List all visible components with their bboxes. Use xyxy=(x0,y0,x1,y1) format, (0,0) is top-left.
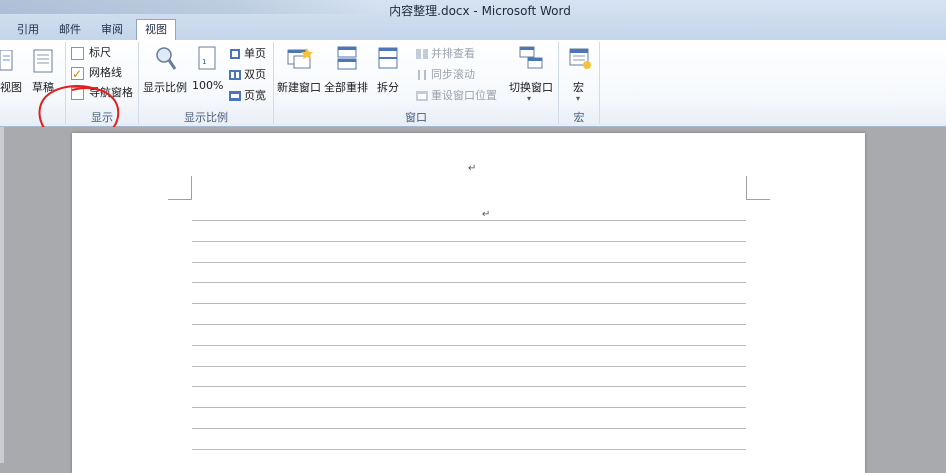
gridline xyxy=(192,324,746,325)
two-pages-icon xyxy=(229,70,241,80)
switch-windows-icon xyxy=(519,46,543,69)
gridline xyxy=(192,344,746,346)
svg-text:1: 1 xyxy=(202,58,206,66)
workspace-left-edge xyxy=(0,127,4,463)
blurred-title-area xyxy=(0,0,380,14)
macros-label: 宏 xyxy=(573,81,584,94)
gridlines-label: 网格线 xyxy=(89,66,122,79)
web-layout-icon xyxy=(0,50,13,71)
group-separator xyxy=(599,42,600,124)
split-icon xyxy=(378,47,398,69)
tab-view[interactable]: 视图 xyxy=(136,19,176,40)
ruler-checkbox[interactable]: 标尺 xyxy=(71,44,111,62)
zoom-button[interactable]: 显示比例 xyxy=(143,44,189,100)
tab-references[interactable]: 引用 xyxy=(10,20,46,40)
window-title: 内容整理.docx - Microsoft Word xyxy=(389,4,571,18)
new-window-icon xyxy=(287,48,313,69)
nav-pane-label: 导航窗格 xyxy=(89,86,133,99)
reset-position-icon xyxy=(416,91,428,101)
tab-mailings[interactable]: 邮件 xyxy=(52,20,88,40)
gridline xyxy=(192,407,746,409)
switch-windows-label: 切换窗口 xyxy=(509,81,553,94)
sync-scroll-label: 同步滚动 xyxy=(431,68,475,81)
one-page-label: 单页 xyxy=(244,47,266,60)
ruler-check-box[interactable] xyxy=(71,46,84,60)
tab-review[interactable]: 审阅 xyxy=(94,20,130,40)
draft-button[interactable]: 草稿 xyxy=(30,46,60,96)
show-group-label: 显示 xyxy=(91,111,113,124)
web-layout-label: 视图 xyxy=(0,81,22,94)
nav-pane-checkbox[interactable]: 导航窗格 xyxy=(71,84,133,102)
gridline xyxy=(192,428,746,429)
header-corner-mark-left-h xyxy=(168,199,192,200)
header-paragraph-mark: ↵ xyxy=(468,163,477,174)
zoom-group-label: 显示比例 xyxy=(184,111,228,124)
macros-icon xyxy=(569,48,591,69)
page-width-label: 页宽 xyxy=(244,89,266,102)
gridline xyxy=(192,261,746,263)
reset-position-label: 重设窗口位置 xyxy=(431,89,497,102)
switch-windows-button[interactable]: 切换窗口 ▾ xyxy=(507,44,557,106)
sync-scroll-button[interactable]: 同步滚动 xyxy=(416,66,475,84)
macros-group-label: 宏 xyxy=(573,111,585,124)
gridlines-check-box[interactable] xyxy=(71,65,84,83)
draft-icon xyxy=(33,49,53,73)
gridline xyxy=(192,386,746,388)
draft-label: 草稿 xyxy=(32,81,54,94)
page-100-icon: 1 xyxy=(198,46,216,70)
title-bar: 内容整理.docx - Microsoft Word 引用 邮件 审阅 视图 xyxy=(0,0,946,41)
split-label: 拆分 xyxy=(377,81,399,94)
switch-windows-dropdown-arrow[interactable]: ▾ xyxy=(527,94,531,103)
ruler-label: 标尺 xyxy=(89,46,111,59)
arrange-all-icon xyxy=(337,46,357,70)
arrange-all-button[interactable]: 全部重排 xyxy=(324,44,372,100)
ribbon: 视图 草稿 标尺 网格线 导航窗格 显示 显示比例 1 100% xyxy=(0,40,946,146)
side-by-side-icon xyxy=(416,49,428,59)
new-window-button[interactable]: 新建窗口 xyxy=(277,44,323,100)
gridline xyxy=(192,240,746,242)
sync-scroll-icon xyxy=(418,70,426,80)
header-corner-mark-right xyxy=(746,176,747,200)
gridline xyxy=(192,282,746,284)
side-by-side-button[interactable]: 并排查看 xyxy=(416,45,475,63)
body-paragraph-mark: ↵ xyxy=(482,209,491,220)
two-pages-button[interactable]: 双页 xyxy=(229,66,266,84)
zoom-100-button[interactable]: 1 100% xyxy=(192,44,224,100)
reset-position-button[interactable]: 重设窗口位置 xyxy=(416,87,497,105)
new-window-label: 新建窗口 xyxy=(277,81,321,94)
two-pages-label: 双页 xyxy=(244,68,266,81)
split-button[interactable]: 拆分 xyxy=(375,44,403,100)
zoom-label: 显示比例 xyxy=(143,81,187,94)
one-page-button[interactable]: 单页 xyxy=(229,45,266,63)
header-corner-mark-left xyxy=(191,176,192,200)
window-group-label: 窗口 xyxy=(405,111,427,124)
macros-button[interactable]: 宏 ▾ xyxy=(563,44,595,106)
zoom-100-label: 100% xyxy=(192,79,224,92)
gridlines-checkbox[interactable]: 网格线 xyxy=(71,64,122,83)
page-width-icon xyxy=(229,91,241,101)
side-by-side-label: 并排查看 xyxy=(431,47,475,60)
page-width-button[interactable]: 页宽 xyxy=(229,87,266,105)
web-layout-button[interactable]: 视图 xyxy=(0,46,28,96)
header-corner-mark-right-h xyxy=(746,199,770,200)
gridline xyxy=(192,448,746,450)
gridline xyxy=(192,365,746,367)
gridline xyxy=(192,303,746,305)
one-page-icon xyxy=(230,49,240,59)
magnifier-icon xyxy=(156,47,177,70)
nav-pane-check-box[interactable] xyxy=(71,86,84,100)
gridline xyxy=(192,220,746,221)
arrange-all-label: 全部重排 xyxy=(324,81,368,94)
document-page[interactable]: ↵ ↵ xyxy=(72,133,865,473)
macros-dropdown-arrow[interactable]: ▾ xyxy=(576,94,580,103)
